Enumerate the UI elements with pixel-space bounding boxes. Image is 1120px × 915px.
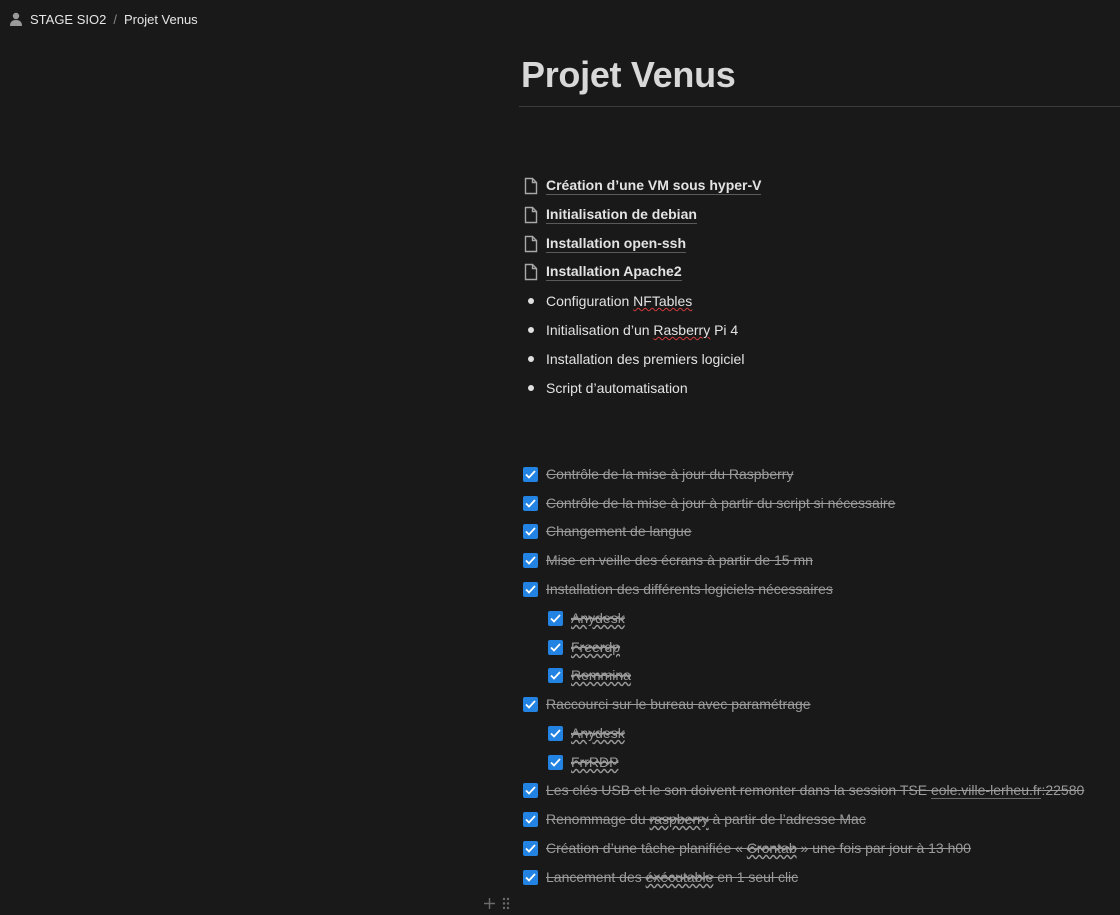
- breadcrumb-separator: /: [113, 11, 117, 27]
- todo-text[interactable]: FrrRDP: [571, 754, 618, 770]
- checkbox[interactable]: [523, 523, 538, 539]
- checkbox[interactable]: [548, 639, 563, 655]
- title-divider: [519, 106, 1120, 107]
- todo-item[interactable]: Changement de langue: [523, 519, 692, 543]
- check-icon: [525, 843, 536, 853]
- person-icon: [8, 11, 24, 27]
- check-icon: [525, 555, 536, 565]
- todo-item[interactable]: Raccourci sur le bureau avec paramétrage: [523, 692, 811, 716]
- breadcrumb-item-stage-sio2[interactable]: STAGE SIO2: [30, 12, 106, 27]
- todo-subitem[interactable]: FrrRDP: [548, 750, 618, 774]
- todo-subitem[interactable]: Remmina: [548, 663, 631, 687]
- checkbox[interactable]: [523, 782, 538, 798]
- list-item[interactable]: Configuration NFTables: [523, 289, 692, 313]
- subpage-link[interactable]: Installation open-ssh: [523, 232, 687, 256]
- check-icon: [550, 613, 561, 623]
- todo-text[interactable]: Création d’une tâche planifiée « Crontab…: [546, 840, 971, 856]
- checkbox[interactable]: [523, 840, 538, 856]
- todo-item[interactable]: Mise en veille des écrans à partir de 15…: [523, 548, 813, 572]
- check-icon: [550, 728, 561, 738]
- check-icon: [525, 814, 536, 824]
- plus-icon[interactable]: [483, 897, 496, 915]
- bullet-icon: [528, 356, 534, 362]
- todo-text[interactable]: Contrôle de la mise à jour du Raspberry: [546, 466, 793, 482]
- list-item[interactable]: Initialisation d’un Rasberry Pi 4: [523, 318, 738, 342]
- checkbox[interactable]: [523, 811, 538, 827]
- todo-text[interactable]: Lancement des éxécutable en 1 seul clic: [546, 869, 798, 885]
- bullet-icon: [528, 385, 534, 391]
- list-item-text[interactable]: Script d’automatisation: [546, 380, 688, 396]
- todo-subitem[interactable]: Anydesk: [548, 721, 625, 745]
- checkbox[interactable]: [523, 869, 538, 885]
- todo-item[interactable]: Renommage du raspberry à partir de l’adr…: [523, 807, 866, 831]
- todo-text[interactable]: Raccourci sur le bureau avec paramétrage: [546, 696, 811, 712]
- checkbox[interactable]: [548, 667, 563, 683]
- todo-text[interactable]: Changement de langue: [546, 523, 692, 539]
- checkbox[interactable]: [548, 754, 563, 770]
- check-icon: [525, 469, 536, 479]
- list-item[interactable]: Installation des premiers logiciel: [523, 347, 744, 371]
- todo-text[interactable]: Installation des différents logiciels né…: [546, 581, 833, 597]
- todo-text[interactable]: Anydesk: [571, 725, 625, 741]
- checkbox[interactable]: [523, 552, 538, 568]
- list-item-text[interactable]: Initialisation d’un Rasberry Pi 4: [546, 322, 738, 338]
- page-icon: [523, 263, 539, 281]
- subpage-link[interactable]: Installation Apache2: [523, 260, 682, 284]
- checkbox[interactable]: [523, 466, 538, 482]
- list-item[interactable]: Script d’automatisation: [523, 376, 688, 400]
- subpage-label[interactable]: Initialisation de debian: [546, 206, 697, 224]
- bullet-icon: [528, 327, 534, 333]
- todo-text[interactable]: Les clés USB et le son doivent remonter …: [546, 782, 1084, 799]
- subpage-link[interactable]: Création d’une VM sous hyper-V: [523, 174, 762, 198]
- todo-text[interactable]: Anydesk: [571, 610, 625, 626]
- check-icon: [525, 785, 536, 795]
- todo-text[interactable]: Contrôle de la mise à jour à partir du s…: [546, 495, 895, 511]
- page-title[interactable]: Projet Venus: [521, 54, 736, 96]
- list-item-text[interactable]: Installation des premiers logiciel: [546, 351, 744, 367]
- todo-item[interactable]: Les clés USB et le son doivent remonter …: [523, 778, 1084, 802]
- todo-text[interactable]: Remmina: [571, 667, 631, 683]
- check-icon: [525, 699, 536, 709]
- checkbox[interactable]: [548, 725, 563, 741]
- todo-item[interactable]: Création d’une tâche planifiée « Crontab…: [523, 836, 971, 860]
- todo-text[interactable]: Mise en veille des écrans à partir de 15…: [546, 552, 813, 568]
- subpage-link[interactable]: Initialisation de debian: [523, 203, 697, 227]
- check-icon: [525, 498, 536, 508]
- todo-item[interactable]: Lancement des éxécutable en 1 seul clic: [523, 865, 798, 889]
- check-icon: [525, 584, 536, 594]
- list-item-text[interactable]: Configuration NFTables: [546, 293, 692, 309]
- check-icon: [525, 872, 536, 882]
- drag-handle-icon[interactable]: [502, 897, 510, 915]
- todo-item[interactable]: Installation des différents logiciels né…: [523, 577, 833, 601]
- checkbox[interactable]: [523, 696, 538, 712]
- bullet-icon: [528, 298, 534, 304]
- subpage-label[interactable]: Installation open-ssh: [546, 235, 687, 253]
- todo-text[interactable]: Freerdp: [571, 639, 620, 655]
- todo-text[interactable]: Renommage du raspberry à partir de l’adr…: [546, 811, 866, 827]
- breadcrumb-item-projet-venus[interactable]: Projet Venus: [124, 12, 198, 27]
- breadcrumb: STAGE SIO2 / Projet Venus: [0, 0, 1120, 38]
- checkbox[interactable]: [548, 610, 563, 626]
- check-icon: [550, 670, 561, 680]
- block-handle: [483, 897, 510, 915]
- check-icon: [550, 757, 561, 767]
- subpage-label[interactable]: Installation Apache2: [546, 263, 682, 281]
- todo-subitem[interactable]: Freerdp: [548, 635, 620, 659]
- todo-item[interactable]: Contrôle de la mise à jour à partir du s…: [523, 491, 895, 515]
- page-icon: [523, 177, 539, 195]
- checkbox[interactable]: [523, 495, 538, 511]
- checkbox[interactable]: [523, 581, 538, 597]
- page-icon: [523, 206, 539, 224]
- subpage-label[interactable]: Création d’une VM sous hyper-V: [546, 177, 762, 195]
- todo-link[interactable]: eole.ville-lerheu.fr: [930, 782, 1042, 799]
- todo-item[interactable]: Contrôle de la mise à jour du Raspberry: [523, 462, 793, 486]
- todo-subitem[interactable]: Anydesk: [548, 606, 625, 630]
- page-icon: [523, 235, 539, 253]
- check-icon: [525, 526, 536, 536]
- check-icon: [550, 642, 561, 652]
